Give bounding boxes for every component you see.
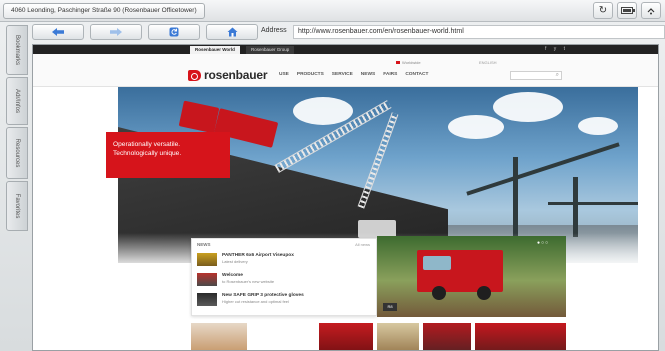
nav-service[interactable]: SERVICE [332, 72, 353, 77]
forward-button[interactable] [90, 24, 142, 40]
cloud-shape [448, 115, 504, 139]
logo-mark-icon [188, 69, 201, 81]
crane-tower [513, 157, 518, 237]
reload-icon [169, 27, 179, 37]
tile-image[interactable] [475, 323, 566, 350]
nav-contact[interactable]: CONTACT [405, 72, 428, 77]
tab-rosenbauer-group[interactable]: Rosenbauer Group [246, 46, 295, 54]
nav-products[interactable]: PRODUCTS [297, 72, 324, 77]
cloud-shape [578, 117, 618, 135]
cloud-shape [293, 97, 353, 125]
hero-tagline-line2: Technologically unique. [113, 150, 182, 157]
sidebar-tab-bookmarks[interactable]: Bookmarks [6, 25, 28, 75]
feature-button[interactable]: R8 [383, 303, 397, 311]
crane-tower [573, 177, 578, 237]
location-label[interactable]: 4060 Leonding, Paschinger Straße 90 (Ros… [3, 3, 205, 19]
browser-toolbar: Address http://www.rosenbauer.com/en/ros… [32, 23, 665, 42]
site-logo[interactable]: rosenbauer [188, 68, 268, 82]
browser-app: 4060 Leonding, Paschinger Straße 90 (Ros… [0, 0, 665, 351]
arrow-left-icon [52, 28, 64, 36]
cloud-shape [493, 92, 563, 122]
system-icons: ↻ [593, 2, 661, 20]
truck-wheel [432, 286, 446, 300]
back-button[interactable] [32, 24, 84, 40]
carousel-dots[interactable]: ●○○ [537, 240, 549, 246]
news-all-link[interactable]: All news [355, 242, 370, 247]
address-input[interactable]: http://www.rosenbauer.com/en/rosenbauer-… [293, 25, 665, 39]
news-panel: NEWS All news PANTHER 6x6 Airport Viseup… [191, 238, 377, 316]
home-button[interactable] [206, 24, 258, 40]
hero-callout[interactable]: Operationally versatile. Technologically… [106, 132, 230, 178]
sidebar-tab-resources[interactable]: Resources [6, 127, 28, 179]
site-nav: USE PRODUCTS SERVICE NEWS FAIRS CONTACT [279, 72, 428, 77]
signal-icon[interactable] [641, 2, 661, 19]
reload-button[interactable] [148, 24, 200, 40]
crane-boom [466, 142, 620, 196]
arrow-right-icon [110, 28, 122, 36]
social-icons[interactable]: f y t [545, 46, 568, 52]
news-thumbnail [197, 253, 217, 266]
truck-wheel [477, 286, 491, 300]
crane-beam [548, 202, 638, 205]
language-link[interactable]: ENGLISH [479, 60, 497, 65]
news-thumbnail [197, 273, 217, 286]
search-icon: ⌕ [555, 72, 559, 78]
news-heading: NEWS [197, 242, 211, 247]
sidebar-tabs: Bookmarks Adr/Infos Resources Favorites [6, 23, 28, 351]
site-search-input[interactable]: ⌕ [510, 71, 562, 80]
nav-fairs[interactable]: FAIRS [383, 72, 397, 77]
nav-news[interactable]: NEWS [361, 72, 375, 77]
refresh-icon[interactable]: ↻ [593, 2, 613, 19]
region-selector[interactable]: Worldwide [396, 60, 421, 65]
address-label: Address [261, 27, 287, 34]
nav-use[interactable]: USE [279, 72, 289, 77]
news-item[interactable]: New SAFE GRIP 3 protective gloves Higher… [197, 292, 373, 309]
sidebar-tab-favorites[interactable]: Favorites [6, 181, 28, 231]
tab-rosenbauer-world[interactable]: Rosenbauer World [190, 46, 240, 54]
tile-image[interactable] [423, 323, 471, 350]
feature-image[interactable]: ●○○ R8 [377, 236, 566, 317]
status-bar: 4060 Leonding, Paschinger Straße 90 (Ros… [0, 0, 665, 22]
tile-image[interactable] [377, 323, 419, 350]
site-top-strip: Rosenbauer World Rosenbauer Group f y t [33, 45, 658, 54]
sidebar-tab-adr-infos[interactable]: Adr/Infos [6, 77, 28, 125]
battery-icon[interactable] [617, 2, 637, 19]
tile-image[interactable] [191, 323, 247, 350]
web-content-frame[interactable]: Rosenbauer World Rosenbauer Group f y t … [32, 44, 659, 351]
fire-truck-cab [178, 100, 220, 134]
home-icon [227, 27, 237, 37]
tile-image[interactable] [319, 323, 373, 350]
news-item[interactable]: PANTHER 6x6 Airport Viseupox Latest deli… [197, 252, 373, 269]
bottom-tiles [191, 323, 566, 350]
truck-window [423, 256, 451, 270]
news-item[interactable]: Welcome to Rosenbauer's new website [197, 272, 373, 289]
news-thumbnail [197, 293, 217, 306]
site-header: Worldwide ENGLISH rosenbauer USE PRODUCT… [33, 54, 658, 87]
flag-icon [396, 61, 400, 65]
hero-tagline-line1: Operationally versatile. [113, 141, 181, 148]
